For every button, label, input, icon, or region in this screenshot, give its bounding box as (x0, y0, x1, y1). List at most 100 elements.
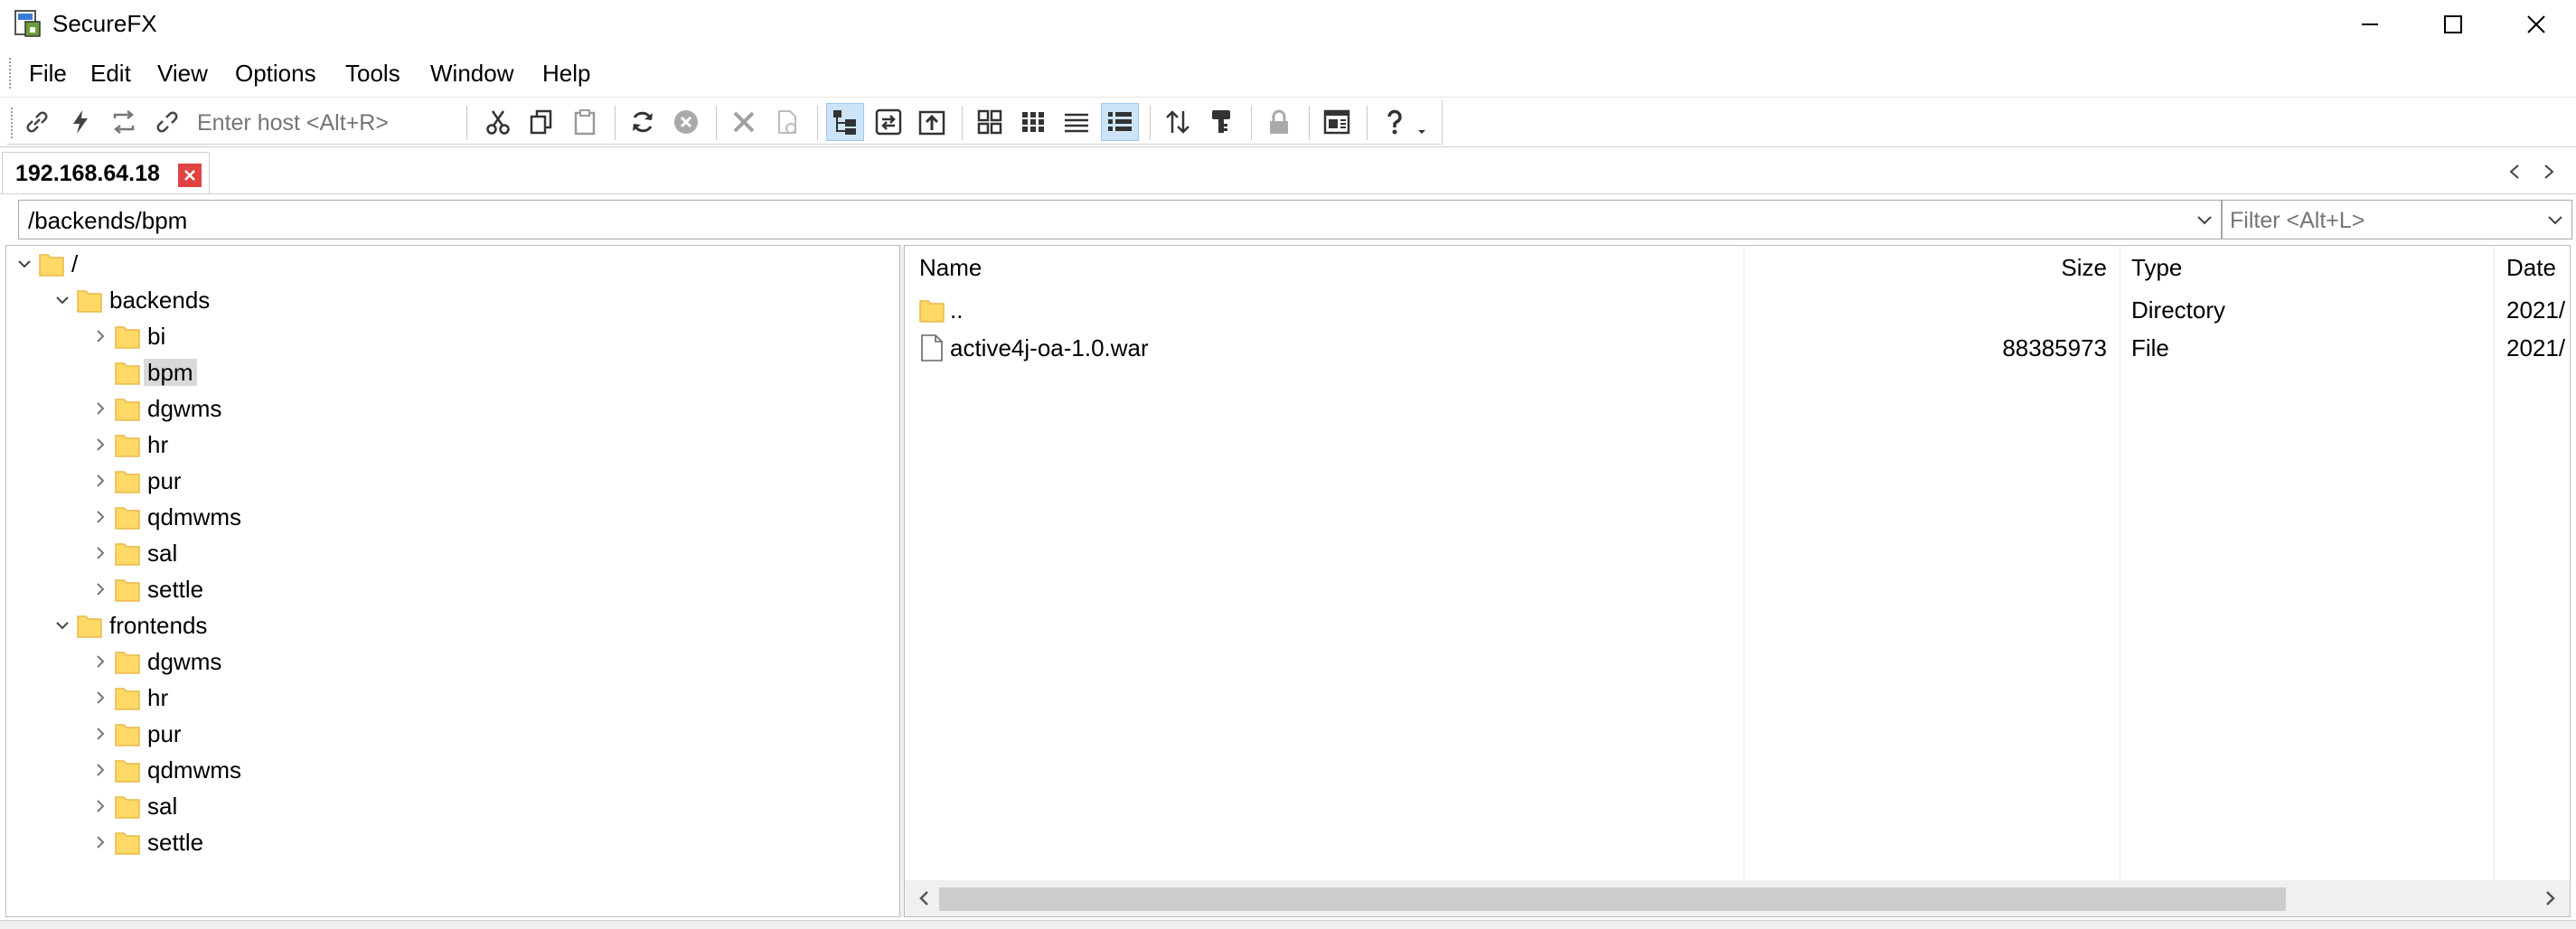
tree-item[interactable]: settle (6, 824, 892, 860)
chevron-down-icon[interactable] (52, 615, 73, 636)
sort-button[interactable] (1159, 103, 1197, 141)
toolbar-separator (466, 106, 468, 140)
chevron-right-icon[interactable] (89, 470, 111, 492)
session-manager-button[interactable] (1318, 103, 1356, 141)
menu-view[interactable]: View (152, 59, 213, 88)
sync-browse-button[interactable] (870, 103, 907, 141)
filter-combobox[interactable] (2222, 200, 2572, 239)
tab-scroll-right-button[interactable] (2536, 159, 2562, 184)
chevron-down-icon[interactable] (2544, 210, 2566, 231)
menubar-grip[interactable] (9, 58, 13, 89)
tree-item-label: bpm (144, 359, 197, 386)
tree-item-label: qdmwms (147, 503, 242, 530)
properties-button[interactable] (768, 103, 806, 141)
large-icons-icon (977, 109, 1002, 135)
toolbar-grip[interactable] (11, 108, 14, 138)
tree-item[interactable]: backends (6, 282, 892, 318)
list-item[interactable]: .. Directory 2021/ (905, 291, 2570, 329)
tree-item[interactable]: dgwms (6, 643, 892, 680)
details-view-button[interactable] (1101, 103, 1139, 141)
menu-tools[interactable]: Tools (340, 59, 406, 88)
folder-tree[interactable]: / backends bi bpm dgwms hr pur qdmwms sal settle f… (5, 245, 900, 917)
folder-icon (115, 757, 140, 783)
current-path[interactable]: /backends/bpm (28, 207, 187, 234)
chevron-right-icon[interactable] (89, 398, 111, 419)
paste-button[interactable] (566, 103, 604, 141)
tree-item[interactable]: hr (6, 680, 892, 716)
tree-view-button[interactable] (826, 103, 864, 141)
column-header-name[interactable]: Name (919, 253, 982, 282)
refresh-button[interactable] (624, 103, 662, 141)
cut-button[interactable] (479, 103, 517, 141)
large-icons-button[interactable] (971, 103, 1009, 141)
tree-item[interactable]: frontends (6, 607, 892, 643)
chevron-right-icon[interactable] (89, 651, 111, 672)
chevron-right-icon[interactable] (89, 506, 111, 528)
list-item[interactable]: active4j-oa-1.0.war 88385973 File 2021/ (905, 329, 2570, 367)
menu-window[interactable]: Window (425, 59, 519, 88)
menu-edit[interactable]: Edit (85, 59, 136, 88)
small-icons-button[interactable] (1014, 103, 1052, 141)
folder-icon (39, 251, 64, 277)
filter-button[interactable] (1202, 103, 1240, 141)
close-tab-button[interactable] (178, 164, 202, 187)
chevron-right-icon[interactable] (89, 542, 111, 564)
lock-button[interactable] (1260, 103, 1298, 141)
scroll-right-icon[interactable] (2539, 887, 2561, 909)
chevron-down-icon[interactable] (14, 253, 35, 275)
column-header-date[interactable]: Date (2506, 253, 2556, 282)
column-header-type[interactable]: Type (2131, 253, 2182, 282)
host-input[interactable] (197, 108, 459, 138)
chevron-right-icon[interactable] (89, 578, 111, 600)
path-combobox[interactable]: /backends/bpm (18, 200, 2222, 239)
delete-button[interactable] (725, 103, 763, 141)
tree-item[interactable]: settle (6, 571, 892, 607)
chevron-right-icon[interactable] (89, 795, 111, 817)
help-dropdown-button[interactable] (1412, 103, 1432, 141)
stop-button[interactable] (667, 103, 705, 141)
tab-scroll-left-button[interactable] (2502, 159, 2527, 184)
connect-button[interactable] (18, 103, 56, 141)
tree-item[interactable]: pur (6, 716, 892, 752)
chevron-right-icon[interactable] (89, 687, 111, 708)
reconnect-icon (113, 110, 135, 134)
scrollbar-thumb[interactable] (939, 887, 2286, 911)
help-button[interactable] (1376, 103, 1414, 141)
reconnect-button[interactable] (105, 103, 143, 141)
tree-item[interactable]: pur (6, 463, 892, 499)
tree-item[interactable]: bpm (6, 354, 892, 390)
refresh-icon (633, 111, 653, 133)
chevron-down-icon[interactable] (52, 289, 73, 311)
menu-file[interactable]: File (24, 59, 72, 88)
tree-item[interactable]: qdmwms (6, 499, 892, 535)
horizontal-scrollbar[interactable] (905, 880, 2570, 916)
tree-item[interactable]: / (6, 246, 892, 282)
close-button[interactable] (2495, 0, 2576, 49)
tree-item[interactable]: sal (6, 788, 892, 824)
column-header-size[interactable]: Size (1899, 253, 2107, 282)
tree-item[interactable]: sal (6, 535, 892, 571)
tree-item[interactable]: bi (6, 318, 892, 354)
list-view-button[interactable] (1058, 103, 1095, 141)
tree-item[interactable]: qdmwms (6, 752, 892, 788)
file-list[interactable]: Name Size Type Date .. Directory 2021/ a… (904, 245, 2571, 917)
tree-item[interactable]: dgwms (6, 390, 892, 427)
chevron-right-icon[interactable] (89, 325, 111, 347)
chevron-right-icon[interactable] (89, 759, 111, 781)
filter-input[interactable] (2230, 206, 2528, 235)
chevron-right-icon[interactable] (89, 434, 111, 455)
minimize-button[interactable] (2328, 0, 2411, 49)
session-tab[interactable]: 192.168.64.18 (2, 152, 210, 193)
menu-help[interactable]: Help (537, 59, 596, 88)
menu-options[interactable]: Options (230, 59, 322, 88)
chevron-down-icon[interactable] (2194, 210, 2215, 231)
copy-button[interactable] (522, 103, 560, 141)
chevron-right-icon[interactable] (89, 723, 111, 745)
parent-folder-button[interactable] (913, 103, 951, 141)
scroll-left-icon[interactable] (914, 887, 935, 909)
tree-item[interactable]: hr (6, 427, 892, 463)
quick-connect-button[interactable] (61, 103, 99, 141)
disconnect-button[interactable] (148, 103, 186, 141)
chevron-right-icon[interactable] (89, 831, 111, 853)
maximize-button[interactable] (2411, 0, 2495, 49)
